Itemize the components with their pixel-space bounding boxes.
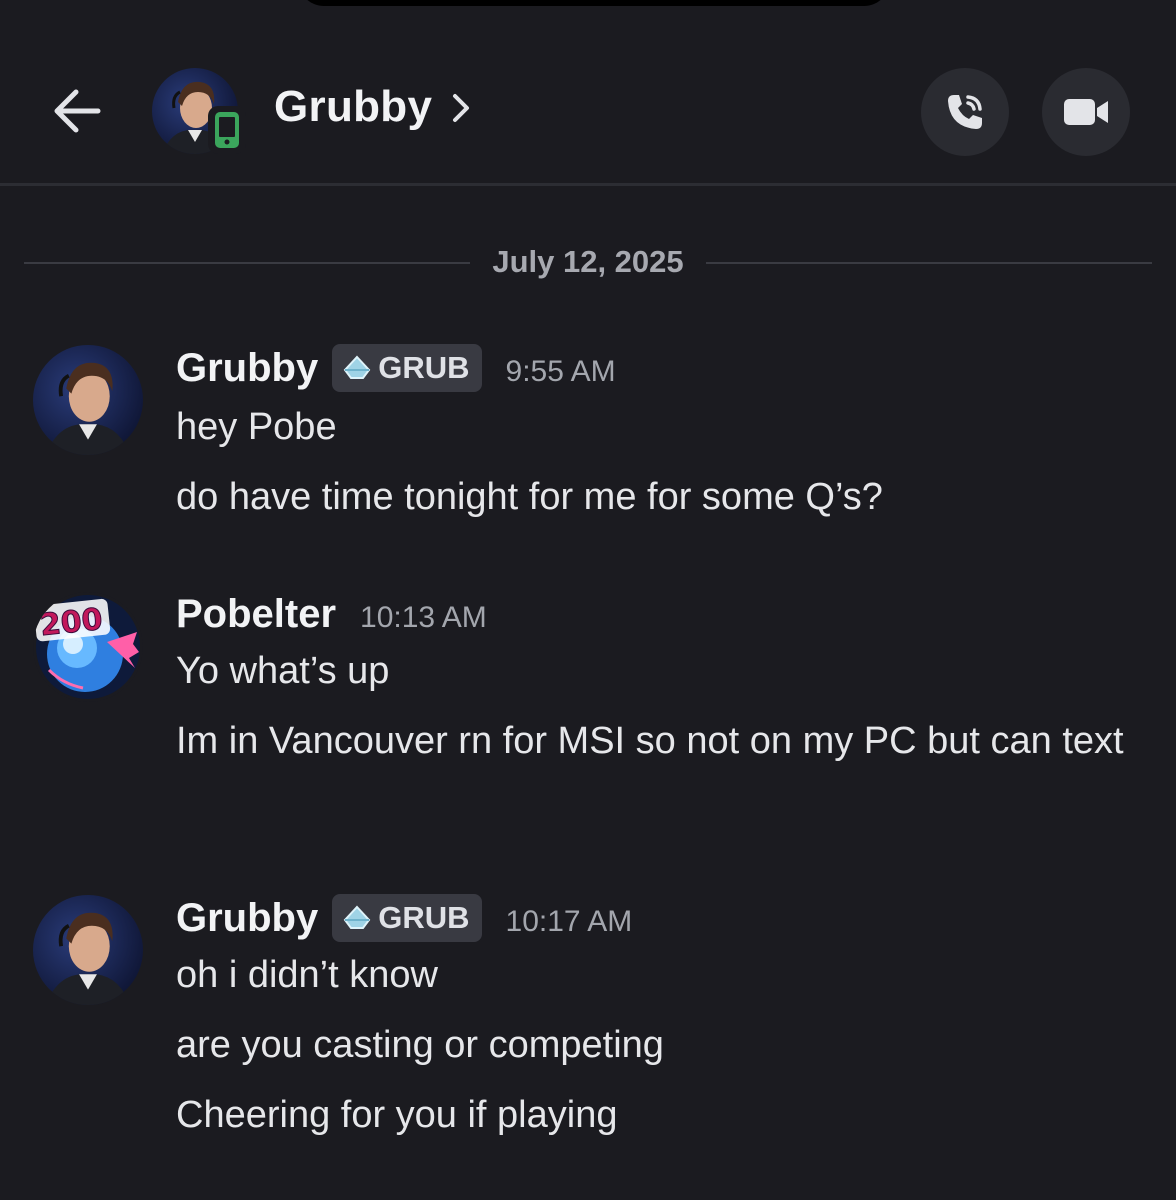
message-header: Grubby GRUB 10:17 AM <box>176 890 632 946</box>
video-call-button[interactable] <box>1042 68 1130 156</box>
contact-name[interactable]: Grubby <box>274 82 432 132</box>
message-author[interactable]: Pobelter <box>176 592 336 637</box>
avatar-badge-text: 200 <box>38 602 104 643</box>
server-tag-label: GRUB <box>378 900 470 935</box>
message-timestamp: 9:55 AM <box>505 355 616 388</box>
server-tag-label: GRUB <box>378 350 470 385</box>
message-text[interactable]: do have time tonight for me for some Q’s… <box>176 468 1136 526</box>
message-timestamp: 10:13 AM <box>360 601 487 634</box>
back-button[interactable] <box>48 82 106 140</box>
grubby-avatar-image <box>33 345 143 455</box>
message-author[interactable]: Grubby <box>176 896 318 941</box>
divider-line <box>24 262 470 264</box>
tag-badge-icon <box>343 355 371 379</box>
divider-line <box>706 262 1152 264</box>
message-header: Pobelter 10:13 AM <box>176 586 487 642</box>
grubby-avatar-image <box>33 895 143 1005</box>
contact-avatar[interactable] <box>152 68 246 156</box>
date-divider: July 12, 2025 <box>24 240 1152 286</box>
message-text[interactable]: Cheering for you if playing <box>176 1086 1136 1144</box>
divider-date: July 12, 2025 <box>492 244 684 279</box>
chat-header: Grubby <box>0 0 1176 186</box>
tag-badge-icon <box>343 905 371 929</box>
message-text[interactable]: are you casting or competing <box>176 1016 1136 1074</box>
message-author[interactable]: Grubby <box>176 346 318 391</box>
message-timestamp: 10:17 AM <box>505 905 633 938</box>
avatar[interactable] <box>33 895 143 1005</box>
video-camera-icon <box>1064 99 1108 125</box>
avatar[interactable]: 200 <box>33 592 143 702</box>
server-tag[interactable]: GRUB <box>332 894 482 942</box>
message-text[interactable]: hey Pobe <box>176 398 1136 456</box>
message-text[interactable]: oh i didn’t know <box>176 946 1136 1004</box>
chevron-right-icon[interactable] <box>448 88 474 128</box>
arrow-left-icon <box>54 89 101 133</box>
server-tag[interactable]: GRUB <box>332 344 482 392</box>
message-header: Grubby GRUB 9:55 AM <box>176 340 616 396</box>
voice-call-button[interactable] <box>921 68 1009 156</box>
message-text[interactable]: Im in Vancouver rn for MSI so not on my … <box>176 712 1136 770</box>
avatar[interactable] <box>33 345 143 455</box>
pobelter-avatar-image: 200 <box>33 592 143 702</box>
mobile-status-badge <box>208 106 246 154</box>
mobile-phone-icon <box>215 112 239 148</box>
message-text[interactable]: Yo what’s up <box>176 642 1136 700</box>
phone-call-icon <box>948 95 982 129</box>
